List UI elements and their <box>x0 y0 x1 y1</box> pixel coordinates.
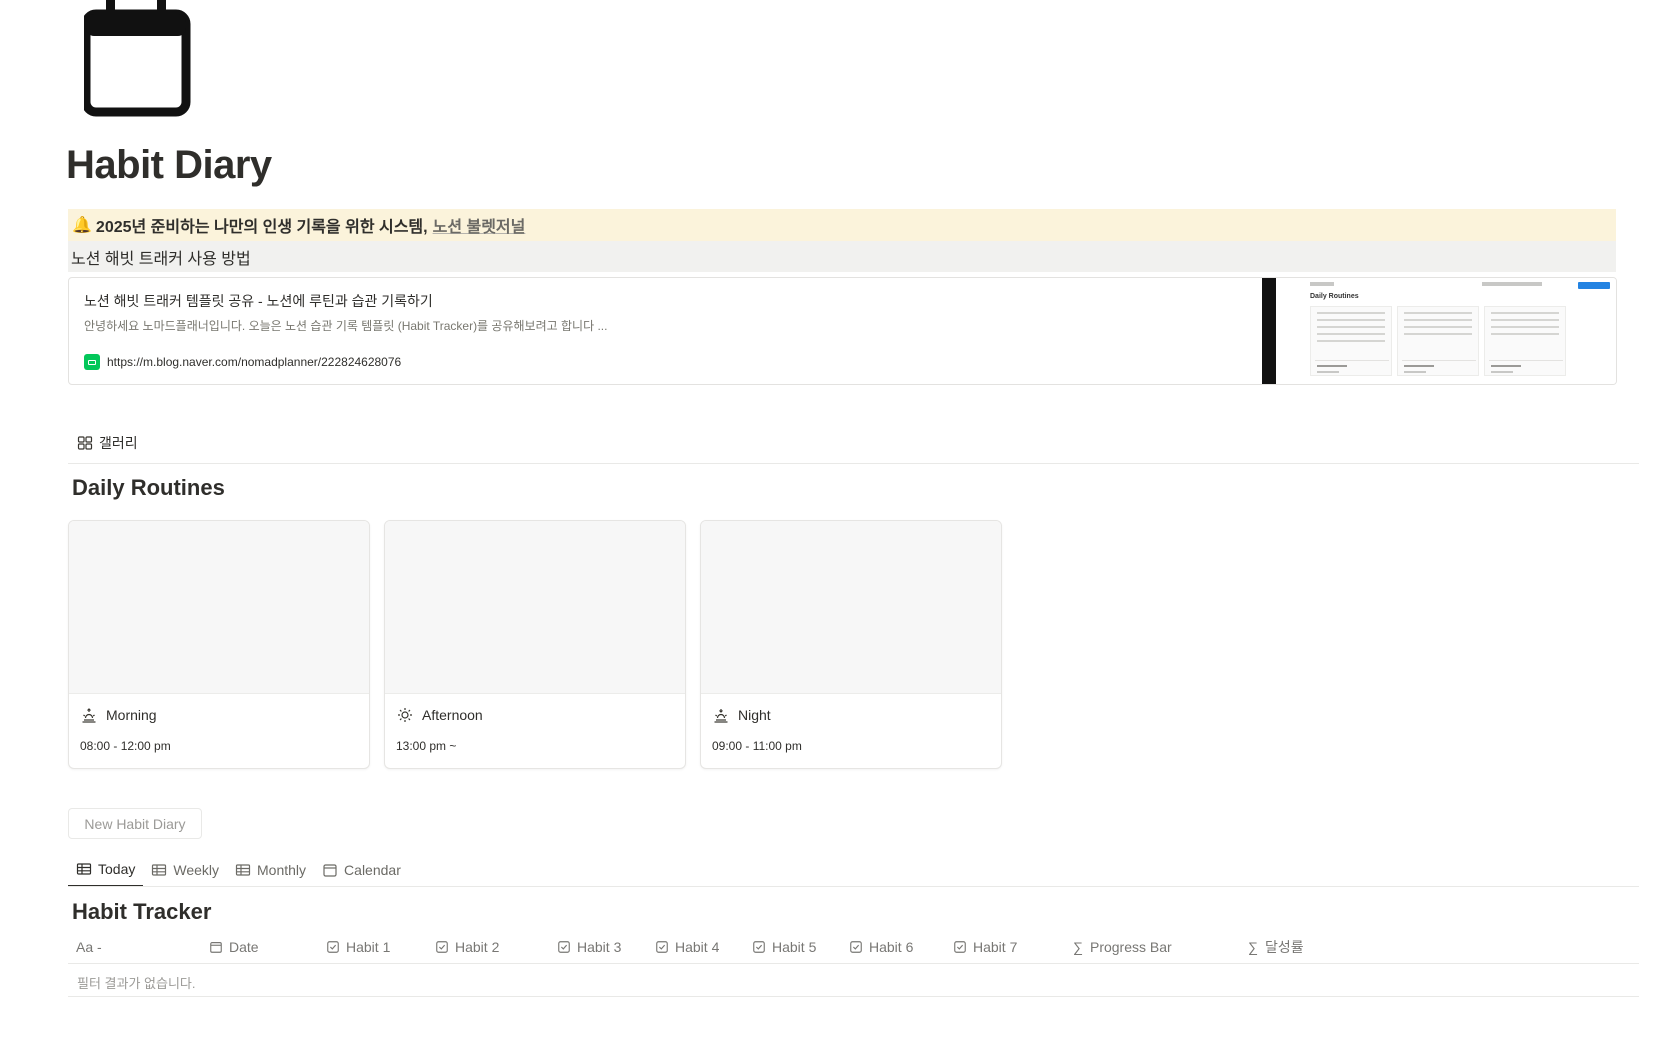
bookmark-title: 노션 해빗 트래커 템플릿 공유 - 노션에 루틴과 습관 기록하기 <box>84 293 433 309</box>
formula-icon: ∑ <box>1248 939 1258 955</box>
empty-message: 필터 결과가 없습니다. <box>77 976 196 991</box>
thumbnail-column <box>1484 306 1566 376</box>
habit-tracker-title[interactable]: Habit Tracker <box>72 899 211 925</box>
column-date[interactable]: Date <box>209 930 259 964</box>
bookmark-description: 안녕하세요 노마드플래너입니다. 오늘은 노션 습관 기록 템플릿 (Habit… <box>84 319 608 333</box>
bookmark-body: 노션 해빗 트래커 템플릿 공유 - 노션에 루틴과 습관 기록하기 안녕하세요… <box>69 278 1262 384</box>
gallery-card-morning[interactable]: Morning 08:00 - 12:00 pm <box>68 520 370 769</box>
divider <box>68 886 1639 887</box>
checkbox-icon <box>954 941 966 953</box>
tab-monthly[interactable]: Monthly <box>227 852 314 887</box>
card-name: Morning <box>81 707 157 723</box>
tab-today[interactable]: Today <box>68 852 144 887</box>
view-tabs: Today Weekly Monthly Calendar <box>68 852 409 887</box>
sunset-icon <box>714 709 728 723</box>
column-achievement-rate[interactable]: ∑ 달성률 <box>1248 930 1304 964</box>
card-name: Night <box>713 707 771 723</box>
divider <box>68 463 1639 464</box>
checkbox-icon <box>327 941 339 953</box>
card-cover <box>385 521 685 694</box>
card-cover <box>69 521 369 694</box>
page-title[interactable]: Habit Diary <box>66 143 272 188</box>
sunrise-icon <box>82 708 96 723</box>
calendar-icon <box>210 942 222 953</box>
checkbox-icon <box>656 941 668 953</box>
calendar-icon[interactable] <box>81 0 192 118</box>
tab-weekly[interactable]: Weekly <box>143 852 227 887</box>
callout-link[interactable]: 노션 불렛저널 <box>433 213 526 237</box>
tab-gallery[interactable]: 갤러리 <box>77 433 138 453</box>
card-time: 13:00 pm ~ <box>396 739 457 753</box>
divider <box>68 996 1639 997</box>
column-habit-6[interactable]: Habit 6 <box>849 930 913 964</box>
card-name: Afternoon <box>397 707 483 723</box>
thumbnail-column <box>1310 306 1392 376</box>
column-progress-bar[interactable]: ∑ Progress Bar <box>1073 930 1172 964</box>
gallery-card-afternoon[interactable]: Afternoon 13:00 pm ~ <box>384 520 686 769</box>
sun-icon <box>398 708 412 722</box>
table-header: Aa - Date Habit 1 Habit 2 Habit 3 Habit … <box>68 930 1639 964</box>
checkbox-icon <box>558 941 570 953</box>
callout: 🔔 2025년 준비하는 나만의 인생 기록을 위한 시스템, 노션 불렛저널 <box>68 209 1616 241</box>
column-habit-1[interactable]: Habit 1 <box>326 930 390 964</box>
gallery-icon <box>77 435 93 451</box>
card-time: 09:00 - 11:00 pm <box>712 739 802 753</box>
column-habit-2[interactable]: Habit 2 <box>435 930 499 964</box>
bookmark-card[interactable]: 노션 해빗 트래커 템플릿 공유 - 노션에 루틴과 습관 기록하기 안녕하세요… <box>68 277 1617 385</box>
column-name[interactable]: Aa - <box>76 930 102 964</box>
calendar-icon <box>323 863 337 877</box>
checkbox-icon <box>753 941 765 953</box>
bookmark-url: https://m.blog.naver.com/nomadplanner/22… <box>107 355 402 369</box>
column-habit-3[interactable]: Habit 3 <box>557 930 621 964</box>
bookmark-thumbnail: Daily Routines <box>1262 278 1616 384</box>
table-icon <box>235 863 251 876</box>
thumbnail-column <box>1397 306 1479 376</box>
bookmark-url-row: https://m.blog.naver.com/nomadplanner/22… <box>84 354 401 370</box>
checkbox-icon <box>436 941 448 953</box>
naver-blog-icon <box>84 354 100 370</box>
tab-gallery-label: 갤러리 <box>99 435 138 451</box>
column-habit-5[interactable]: Habit 5 <box>752 930 816 964</box>
gallery-title[interactable]: Daily Routines <box>72 475 225 501</box>
gallery-card-night[interactable]: Night 09:00 - 11:00 pm <box>700 520 1002 769</box>
formula-icon: ∑ <box>1073 939 1083 955</box>
new-habit-diary-button[interactable]: New Habit Diary <box>68 808 202 839</box>
callout-text: 2025년 준비하는 나만의 인생 기록을 위한 시스템, <box>95 219 428 236</box>
column-habit-7[interactable]: Habit 7 <box>953 930 1017 964</box>
toggle-heading[interactable]: 노션 해빗 트래커 사용 방법 <box>68 241 1616 272</box>
card-cover <box>701 521 1001 694</box>
bell-icon: 🔔 <box>72 217 92 234</box>
column-habit-4[interactable]: Habit 4 <box>655 930 719 964</box>
tab-calendar[interactable]: Calendar <box>314 852 409 887</box>
card-time: 08:00 - 12:00 pm <box>80 739 171 753</box>
table-icon <box>76 862 92 875</box>
checkbox-icon <box>850 941 862 953</box>
table-icon <box>152 863 167 876</box>
thumbnail-heading: Daily Routines <box>1310 293 1359 300</box>
thumbnail-toolbar <box>1310 282 1610 289</box>
